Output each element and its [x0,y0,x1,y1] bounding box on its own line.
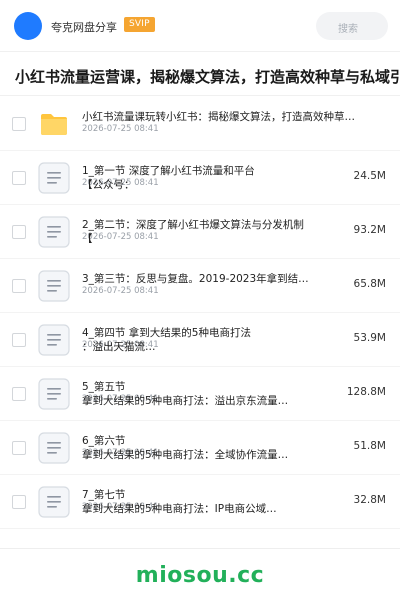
document-icon [38,162,70,194]
file-size: 24.5M [353,170,386,182]
svip-badge: SVIP [124,17,155,32]
file-checkbox[interactable] [12,495,26,509]
file-name: 6_第六节 [82,435,126,447]
file-size: 32.8M [353,494,386,506]
file-checkbox[interactable] [12,387,26,401]
file-row[interactable]: 3_第三节：反思与复盘。2019-2023年拿到结… 2026-07-25 08:… [0,259,400,313]
search-placeholder: 搜索 [338,24,358,35]
file-checkbox[interactable] [12,171,26,185]
document-icon [38,378,70,410]
file-size: 93.2M [353,224,386,236]
file-name: 1_第一节 深度了解小红书流量和平台 [82,165,255,177]
file-date: 2026-07-25 08:41 [82,124,159,134]
file-row[interactable]: 1_第一节 深度了解小红书流量和平台 2026-07-25 08:41 【公众号： 2… [0,151,400,205]
file-name-continued: 【公众号： [82,179,135,191]
site-watermark: miosou.cc [135,563,265,588]
share-title: 小红书流量运营课，揭秘爆文算法，打造高效种草与私域引流 [15,68,400,86]
file-row[interactable]: 2_第二节：深度了解小红书爆文算法与分发机制 2026-07-25 08:41 【9… [0,205,400,259]
file-size: 65.8M [353,278,386,290]
file-checkbox[interactable] [12,117,26,131]
document-icon [38,270,70,302]
file-name-continued: 拿到大结果的5种电商打法：IP电商公域… [82,503,277,515]
file-row[interactable]: 小红书流量课玩转小红书：揭秘爆文算法，打造高效种草… 2026-07-25 08:… [0,97,400,151]
file-name: 7_第七节 [82,489,126,501]
file-row[interactable]: 4_第四节 拿到大结果的5种电商打法 2026-07-25 08:41 ：溢出天猫流… [0,313,400,367]
file-name: 2_第二节：深度了解小红书爆文算法与分发机制 [82,219,304,231]
document-icon [38,486,70,518]
file-row[interactable]: 6_第六节 2026-07-25 08:41 拿到大结果的5种电商打法：全域协作流量… [0,421,400,475]
brand-name: 夸克网盘分享 [51,21,117,34]
file-name-continued: 拿到大结果的5种电商打法：全域协作流量… [82,449,289,461]
file-name-continued: 拿到大结果的5种电商打法：溢出京东流量… [82,395,289,407]
file-size: 53.9M [353,332,386,344]
app-header: 夸克网盘分享 SVIP 搜索 [0,0,400,52]
document-icon [38,324,70,356]
file-checkbox[interactable] [12,333,26,347]
file-checkbox[interactable] [12,225,26,239]
file-name: 5_第五节 [82,381,126,393]
file-name: 3_第三节：反思与复盘。2019-2023年拿到结… [82,273,309,285]
file-row[interactable]: 7_第七节 2026-07-25 08:41 拿到大结果的5种电商打法：IP电商公域… [0,475,400,529]
file-checkbox[interactable] [12,441,26,455]
document-icon [38,216,70,248]
file-size: 128.8M [346,386,386,398]
file-name: 4_第四节 拿到大结果的5种电商打法 [82,327,251,339]
file-size: 51.8M [353,440,386,452]
file-name-continued: ：溢出天猫流… [82,341,156,353]
divider [0,548,400,549]
file-name-continued: 【 [82,233,93,245]
file-name: 小红书流量课玩转小红书：揭秘爆文算法，打造高效种草… [82,111,355,123]
file-row[interactable]: 5_第五节 2026-07-25 08:41 拿到大结果的5种电商打法：溢出京东流量… [0,367,400,421]
avatar[interactable] [14,12,42,40]
document-icon [38,432,70,464]
search-input[interactable]: 搜索 [316,12,388,40]
divider [0,95,400,96]
file-date: 2026-07-25 08:41 [82,286,159,296]
folder-icon [38,108,70,140]
file-checkbox[interactable] [12,279,26,293]
